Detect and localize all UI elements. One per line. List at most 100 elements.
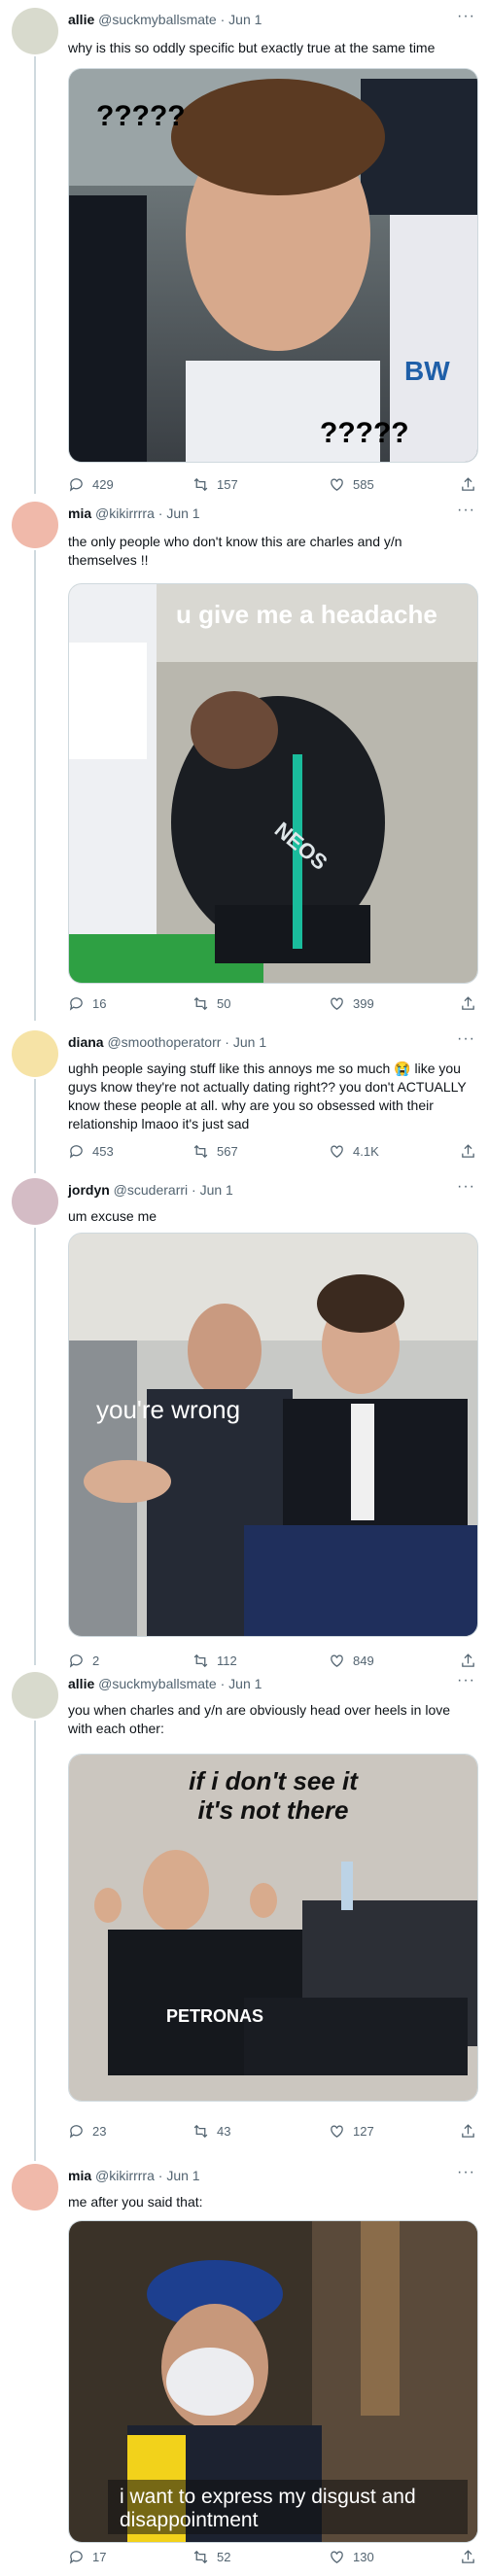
share-button[interactable]	[460, 995, 476, 1012]
tweet-actions: 453 567 4.1K	[68, 1143, 476, 1163]
svg-text:PETRONAS: PETRONAS	[166, 2006, 263, 2026]
reply-icon	[69, 478, 83, 492]
share-button[interactable]	[460, 2123, 476, 2140]
tweet-header: allie @suckmyballsmate · Jun 1	[68, 1676, 477, 1695]
reply-count: 16	[92, 996, 107, 1011]
image-caption: u give me a headache	[176, 600, 437, 629]
reply-count: 17	[92, 2550, 107, 2564]
like-count: 585	[353, 477, 374, 492]
avatar[interactable]	[12, 2164, 58, 2210]
more-options-icon[interactable]: ···	[457, 1672, 475, 1689]
like-button[interactable]: 4.1K	[329, 1143, 379, 1160]
tweet-date[interactable]: Jun 1	[200, 1182, 233, 1198]
retweet-icon	[193, 1654, 208, 1668]
display-name[interactable]: mia	[68, 2168, 91, 2183]
retweet-button[interactable]: 50	[192, 995, 230, 1012]
handle[interactable]: @scuderarri	[114, 1182, 188, 1198]
tweet-date[interactable]: Jun 1	[166, 505, 199, 521]
retweet-count: 50	[217, 996, 231, 1011]
like-button[interactable]: 399	[329, 995, 374, 1012]
like-icon	[331, 1654, 343, 1667]
reply-button[interactable]: 17	[68, 2549, 106, 2565]
display-name[interactable]: diana	[68, 1034, 104, 1050]
retweet-button[interactable]: 157	[192, 476, 238, 493]
tweet-image[interactable]: PETRONAS if i don't see it it's not ther…	[68, 1754, 478, 2102]
tweet-image[interactable]: BW ????? ?????	[68, 68, 478, 463]
reply-count: 453	[92, 1144, 114, 1159]
handle[interactable]: @smoothoperatorr	[107, 1034, 221, 1050]
like-button[interactable]: 127	[329, 2123, 374, 2140]
reply-button[interactable]: 429	[68, 476, 114, 493]
more-options-icon[interactable]: ···	[457, 2164, 475, 2181]
share-button[interactable]	[460, 476, 476, 493]
share-icon	[462, 477, 474, 491]
image-caption: i want to express my disgust and	[120, 2486, 416, 2508]
like-count: 127	[353, 2124, 374, 2139]
retweet-button[interactable]: 112	[192, 1653, 237, 1669]
handle[interactable]: @kikirrrra	[95, 505, 155, 521]
retweet-count: 567	[217, 1144, 238, 1159]
reply-icon	[69, 2125, 83, 2139]
share-icon	[462, 996, 474, 1010]
retweet-button[interactable]: 52	[192, 2549, 230, 2565]
share-button[interactable]	[460, 1143, 476, 1160]
reply-button[interactable]: 453	[68, 1143, 114, 1160]
avatar[interactable]	[12, 1178, 58, 1225]
avatar[interactable]	[12, 8, 58, 54]
separator-dot: ·	[192, 1182, 196, 1198]
retweet-count: 43	[217, 2124, 231, 2139]
tweet-date[interactable]: Jun 1	[228, 12, 262, 27]
separator-dot: ·	[157, 2168, 163, 2183]
like-button[interactable]: 849	[329, 1653, 374, 1669]
avatar[interactable]	[12, 502, 58, 548]
reply-button[interactable]: 16	[68, 995, 106, 1012]
retweet-button[interactable]: 567	[192, 1143, 238, 1160]
more-options-icon[interactable]: ···	[457, 502, 475, 519]
like-button[interactable]: 130	[329, 2549, 374, 2565]
display-name[interactable]: allie	[68, 12, 94, 27]
tweet-image[interactable]: NEOS u give me a headache	[68, 583, 478, 984]
image-caption: you're wrong	[96, 1395, 240, 1424]
tweet[interactable]: jordyn @scuderarri · Jun 1 ··· um excuse…	[0, 1178, 489, 1669]
display-name[interactable]: jordyn	[68, 1182, 110, 1198]
tweet-date[interactable]: Jun 1	[233, 1034, 266, 1050]
display-name[interactable]: mia	[68, 505, 91, 521]
retweet-icon	[193, 2124, 208, 2139]
tweet-header: mia @kikirrrra · Jun 1	[68, 2168, 477, 2187]
avatar[interactable]	[12, 1672, 58, 1719]
more-options-icon[interactable]: ···	[457, 8, 475, 25]
reply-button[interactable]: 2	[68, 1653, 99, 1669]
tweet-actions: 23 43 127	[68, 2123, 476, 2142]
image-caption: ?????	[320, 417, 409, 449]
tweet-date[interactable]: Jun 1	[166, 2168, 199, 2183]
tweet[interactable]: mia @kikirrrra · Jun 1 ··· the only peop…	[0, 502, 489, 1011]
handle[interactable]: @suckmyballsmate	[98, 12, 217, 27]
retweet-count: 112	[217, 1654, 237, 1668]
tweet[interactable]: allie @suckmyballsmate · Jun 1 ··· you w…	[0, 1672, 489, 2148]
tweet-actions: 2 112 849	[68, 1653, 476, 1672]
share-button[interactable]	[460, 2549, 476, 2565]
like-icon	[331, 1145, 343, 1158]
tweet-text: um excuse me	[68, 1208, 157, 1224]
tweet[interactable]: diana @smoothoperatorr · Jun 1 ··· ughh …	[0, 1030, 489, 1171]
like-button[interactable]: 585	[329, 476, 374, 493]
tweet[interactable]: mia @kikirrrra · Jun 1 ··· me after you …	[0, 2164, 489, 2572]
tweet[interactable]: allie @suckmyballsmate · Jun 1 ··· why i…	[0, 8, 489, 499]
svg-text:BW: BW	[404, 356, 450, 386]
reply-icon	[69, 1145, 83, 1159]
handle[interactable]: @kikirrrra	[95, 2168, 155, 2183]
reply-button[interactable]: 23	[68, 2123, 106, 2140]
tweet-image[interactable]: you're wrong	[68, 1233, 478, 1637]
tweet-image[interactable]: i want to express my disgust and disappo…	[68, 2220, 478, 2543]
handle[interactable]: @suckmyballsmate	[98, 1676, 217, 1691]
retweet-button[interactable]: 43	[192, 2123, 230, 2140]
more-options-icon[interactable]: ···	[457, 1178, 475, 1196]
avatar[interactable]	[12, 1030, 58, 1077]
image-caption: ?????	[96, 100, 186, 132]
display-name[interactable]: allie	[68, 1676, 94, 1691]
separator-dot: ·	[220, 1676, 226, 1691]
tweet-date[interactable]: Jun 1	[228, 1676, 262, 1691]
share-button[interactable]	[460, 1653, 476, 1669]
image-caption: if i don't see it	[189, 1766, 359, 1795]
more-options-icon[interactable]: ···	[457, 1030, 475, 1048]
